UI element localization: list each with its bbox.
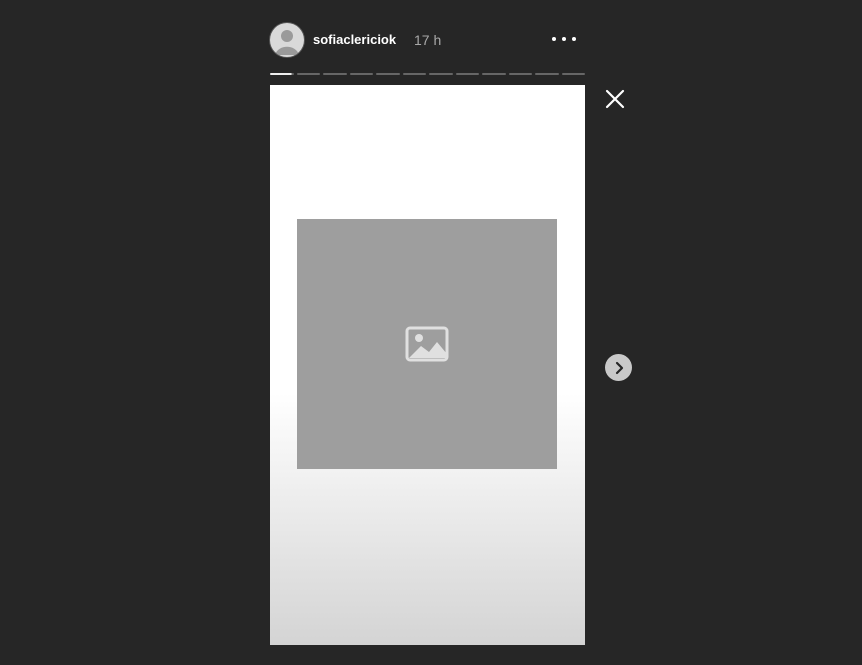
progress-segment: [508, 73, 532, 75]
photo-icon: [405, 326, 449, 362]
more-options-icon[interactable]: [552, 30, 576, 48]
progress-segment: [376, 73, 400, 75]
story-header: sofiaclericiok 17 h: [270, 22, 585, 58]
username[interactable]: sofiaclericiok: [313, 32, 396, 47]
progress-segment: [561, 73, 585, 75]
next-story-button[interactable]: [605, 354, 632, 381]
story-frame[interactable]: [270, 85, 585, 645]
progress-segment: [349, 73, 373, 75]
progress-segment: [482, 73, 506, 75]
progress-segment: [535, 73, 559, 75]
profile-avatar-icon[interactable]: [270, 23, 304, 57]
progress-segment: [296, 73, 320, 75]
post-time: 17 h: [414, 32, 442, 48]
chevron-right-icon: [615, 361, 623, 374]
progress-segment: [455, 73, 479, 75]
progress-segment: [402, 73, 426, 75]
progress-segment: [323, 73, 347, 75]
progress-segment: [429, 73, 453, 75]
story-media: [297, 219, 557, 469]
story-progress-bar: [270, 73, 585, 75]
progress-segment: [270, 73, 294, 75]
close-icon[interactable]: [602, 86, 628, 112]
